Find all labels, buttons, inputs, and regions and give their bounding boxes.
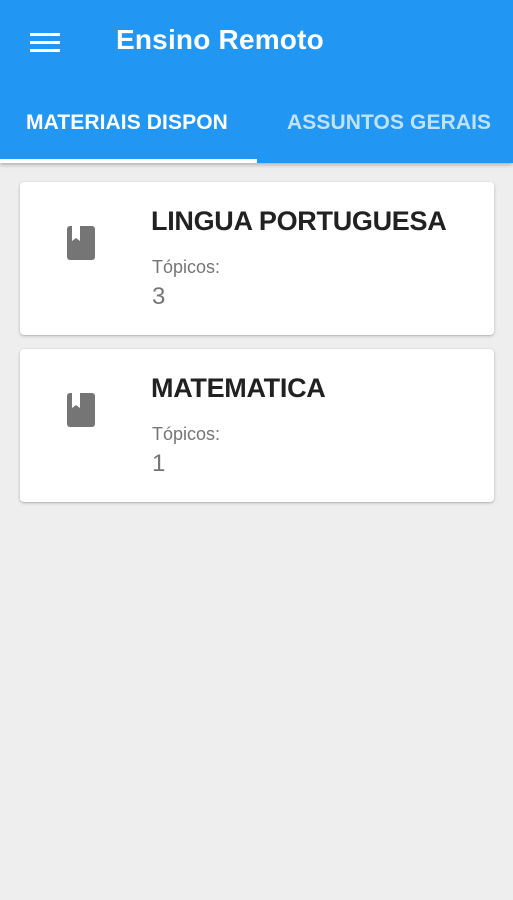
app-title: Ensino Remoto — [116, 24, 324, 55]
subject-name: LINGUA PORTUGUESA — [151, 206, 447, 236]
tab-materiais-disponiveis[interactable]: MATERIAIS DISPONÍVEIS — [0, 86, 256, 163]
subject-card-lingua-portuguesa[interactable]: LINGUA PORTUGUESA Tópicos: 3 — [20, 182, 494, 335]
tab-label: ASSUNTOS GERAIS — [287, 111, 492, 134]
tab-bar: MATERIAIS DISPONÍVEIS ASSUNTOS GERAIS — [0, 86, 513, 163]
book-icon — [67, 393, 95, 427]
subject-list: LINGUA PORTUGUESA Tópicos: 3 MATEMATICA … — [0, 163, 513, 900]
tab-indicator — [0, 159, 257, 163]
book-icon — [67, 226, 95, 260]
toolbar: Ensino Remoto — [0, 0, 513, 86]
tab-label: MATERIAIS DISPONÍVEIS — [26, 111, 229, 134]
topics-count: 1 — [152, 450, 166, 477]
menu-icon[interactable] — [26, 26, 64, 60]
tab-assuntos-gerais[interactable]: ASSUNTOS GERAIS — [256, 86, 513, 163]
topics-label: Tópicos: — [152, 424, 221, 444]
subject-name: MATEMATICA — [151, 373, 326, 403]
app-bar: Ensino Remoto MATERIAIS DISPONÍVEIS ASSU… — [0, 0, 513, 163]
topics-count: 3 — [152, 283, 166, 310]
topics-label: Tópicos: — [152, 257, 221, 277]
subject-card-matematica[interactable]: MATEMATICA Tópicos: 1 — [20, 349, 494, 502]
